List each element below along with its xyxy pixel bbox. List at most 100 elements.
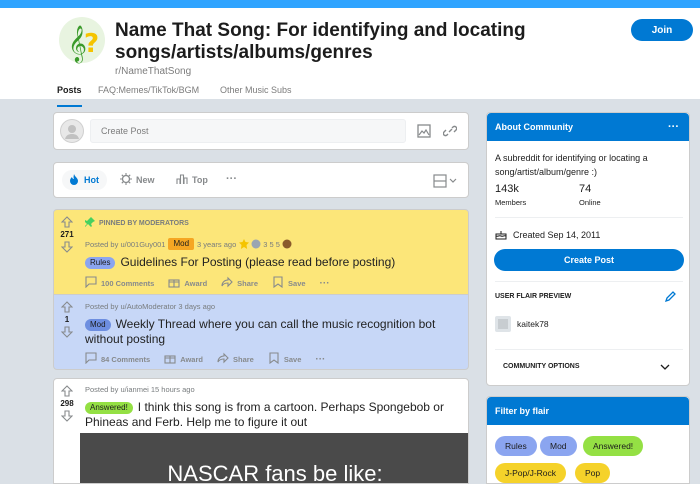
flair-chip-pop[interactable]: Pop	[575, 463, 611, 483]
post-media[interactable]: NASCAR fans be like:	[80, 433, 468, 484]
bookmark-icon	[272, 276, 284, 290]
subreddit-logo[interactable]: 𝄞 ?	[56, 14, 105, 63]
downvote-icon[interactable]	[60, 326, 74, 338]
about-more-button[interactable]: ···	[668, 113, 679, 141]
pinned-label: PINNED BY MODERATORS	[84, 217, 189, 229]
divider	[495, 281, 683, 282]
pin-icon	[84, 217, 95, 229]
divider	[495, 217, 683, 218]
media-caption: NASCAR fans be like:	[167, 461, 383, 484]
tab-other-music-subs[interactable]: Other Music Subs	[220, 84, 292, 107]
sort-top[interactable]: Top	[176, 173, 208, 187]
post-meta: Posted by u/ianmei 15 hours ago	[85, 385, 195, 394]
upvote-icon[interactable]	[60, 216, 74, 228]
about-community-card: About Community ··· A subreddit for iden…	[486, 112, 690, 386]
view-layout-dropdown[interactable]	[432, 173, 460, 189]
downvote-icon[interactable]	[60, 241, 74, 253]
user-flair: Mod	[168, 238, 195, 250]
post-flair[interactable]: Mod	[85, 318, 111, 331]
comments-button[interactable]: 100 Comments	[85, 276, 154, 290]
post-more-button[interactable]: ···	[320, 278, 330, 289]
svg-text:?: ?	[84, 29, 99, 59]
flame-icon	[68, 173, 80, 187]
post-title[interactable]: Mod Weekly Thread where you can call the …	[85, 317, 455, 347]
cake-icon	[495, 228, 507, 242]
post-flair[interactable]: Answered!	[85, 401, 133, 414]
top-banner	[0, 0, 700, 8]
upvote-icon[interactable]	[60, 385, 74, 397]
award-button[interactable]: Award	[168, 276, 207, 290]
sort-more-button[interactable]: ···	[226, 173, 237, 185]
share-button[interactable]: Share	[217, 352, 254, 366]
community-options-toggle[interactable]: COMMUNITY OPTIONS	[503, 363, 579, 370]
divider	[495, 349, 683, 350]
post-card[interactable]: 298 Posted by u/ianmei 15 hours ago Answ…	[53, 378, 469, 484]
upvote-icon[interactable]	[60, 301, 74, 313]
award-icons: 3 5 5	[239, 239, 292, 249]
sort-bar: Hot New Top ···	[53, 162, 469, 198]
chart-bars-icon	[176, 173, 188, 187]
user-avatar[interactable]	[60, 119, 84, 143]
create-post-bar: Create Post	[53, 112, 469, 150]
online-count: 74	[579, 183, 592, 195]
created-date: Created Sep 14, 2011	[495, 228, 600, 242]
sort-new[interactable]: New	[120, 173, 155, 187]
vote-column: 1	[54, 295, 80, 338]
flair-chip-rules[interactable]: Rules	[495, 436, 537, 456]
flair-chip-jpop[interactable]: J-Pop/J-Rock	[495, 463, 567, 483]
vote-count: 1	[64, 315, 70, 324]
create-post-button[interactable]: Create Post	[494, 249, 684, 271]
post-actions: 84 Comments Award Share Save ···	[85, 352, 325, 366]
link-icon[interactable]	[442, 123, 458, 139]
members-label: Members	[495, 198, 527, 207]
members-count: 143k	[495, 183, 519, 195]
share-icon	[217, 352, 229, 366]
gift-icon	[168, 276, 180, 290]
comments-button[interactable]: 84 Comments	[85, 352, 150, 366]
vote-count: 271	[60, 230, 74, 239]
tab-faq[interactable]: FAQ:Memes/TikTok/BGM	[98, 84, 199, 107]
share-icon	[221, 276, 233, 290]
post-actions: 100 Comments Award Share Save ···	[85, 276, 330, 290]
post-card-pinned[interactable]: 271 PINNED BY MODERATORS Posted by u/001…	[53, 209, 469, 295]
subreddit-name: r/NameThatSong	[115, 66, 192, 77]
save-button[interactable]: Save	[268, 352, 301, 366]
post-flair[interactable]: Rules	[85, 256, 116, 269]
comment-icon	[85, 352, 97, 366]
pencil-icon[interactable]	[663, 289, 677, 303]
filter-header: Filter by flair	[487, 397, 689, 425]
post-card-weekly[interactable]: 1 Posted by u/AutoModerator 3 days ago M…	[53, 294, 469, 370]
share-button[interactable]: Share	[221, 276, 258, 290]
post-title[interactable]: Answered! I think this song is from a car…	[85, 400, 455, 430]
community-description: A subreddit for identifying or locating …	[495, 153, 648, 177]
save-button[interactable]: Save	[272, 276, 306, 290]
sort-hot[interactable]: Hot	[62, 170, 107, 190]
flair-chip-mod[interactable]: Mod	[540, 436, 577, 456]
post-more-button[interactable]: ···	[315, 354, 325, 365]
about-community-header: About Community ···	[487, 113, 689, 141]
create-post-input[interactable]: Create Post	[90, 119, 406, 143]
community-tabs: Posts FAQ:Memes/TikTok/BGM Other Music S…	[0, 84, 700, 107]
post-meta: Posted by u/AutoModerator 3 days ago	[85, 302, 216, 311]
downvote-icon[interactable]	[60, 410, 74, 422]
join-button[interactable]: Join	[631, 19, 693, 41]
flair-username: kaitek78	[517, 319, 549, 329]
vote-column: 298	[54, 379, 80, 422]
vote-count: 298	[60, 399, 74, 408]
image-icon[interactable]	[416, 123, 432, 139]
online-label: Online	[579, 198, 601, 207]
bookmark-icon	[268, 352, 280, 366]
page-title: Name That Song: For identifying and loca…	[115, 20, 526, 63]
sparkle-icon	[120, 173, 132, 187]
chevron-down-icon[interactable]	[659, 361, 671, 373]
tab-posts[interactable]: Posts	[57, 84, 82, 107]
post-title[interactable]: Rules Guidelines For Posting (please read…	[85, 255, 455, 270]
comment-icon	[85, 276, 97, 290]
award-button[interactable]: Award	[164, 352, 203, 366]
user-flair-preview-title: USER FLAIR PREVIEW	[495, 293, 572, 300]
post-meta: Posted by u/001Guy001 Mod 3 years ago 3 …	[85, 238, 292, 250]
filter-by-flair-card: Filter by flair Rules Mod Answered! J-Po…	[486, 396, 690, 484]
flair-avatar	[495, 316, 511, 332]
flair-chip-answered[interactable]: Answered!	[583, 436, 644, 456]
gift-icon	[164, 352, 176, 366]
